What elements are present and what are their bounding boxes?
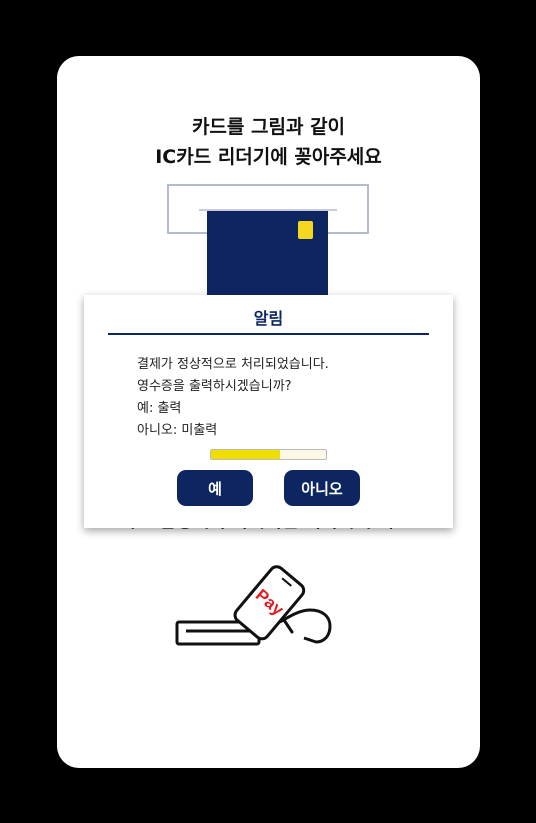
countdown-progress-bar bbox=[210, 449, 327, 460]
mobile-pay-icon: Pay bbox=[175, 565, 332, 646]
yes-print-button[interactable]: 예 bbox=[177, 470, 253, 506]
dialog-divider bbox=[108, 333, 429, 335]
instruction-line-1: 카드를 그림과 같이 bbox=[191, 116, 346, 138]
dialog-message-line: 결제가 정상적으로 처리되었습니다. bbox=[137, 357, 329, 372]
ic-chip-icon bbox=[298, 221, 313, 239]
notice-dialog: 알림 결제가 정상적으로 처리되었습니다. 영수증을 출력하시겠습니까? 예: … bbox=[84, 295, 453, 528]
reader-slot-line bbox=[199, 209, 337, 211]
dialog-message-line: 아니오: 미출력 bbox=[137, 423, 218, 438]
progress-fill bbox=[211, 450, 280, 459]
instruction-line-2: IC카드 리더기에 꽂아주세요 bbox=[155, 146, 382, 168]
kiosk-screen: 카드를 그림과 같이 IC카드 리더기에 꽂아주세요 카드 삼성페이 하시려면 … bbox=[57, 56, 480, 768]
dialog-message-line: 영수증을 출력하시겠습니까? bbox=[137, 379, 292, 394]
no-print-button[interactable]: 아니오 bbox=[284, 470, 360, 506]
dialog-title: 알림 bbox=[253, 309, 284, 328]
dialog-message-line: 예: 출력 bbox=[137, 401, 182, 416]
